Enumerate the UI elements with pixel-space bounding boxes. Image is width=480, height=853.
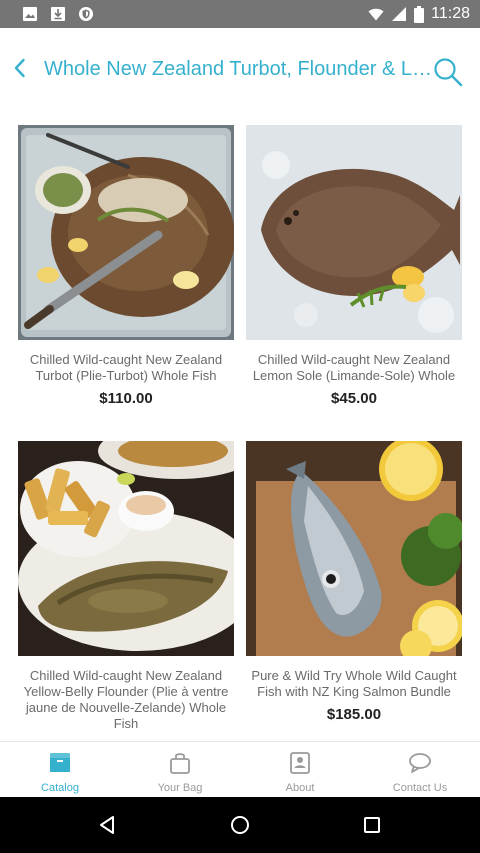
- product-price: $45.00: [331, 390, 377, 407]
- product-card[interactable]: Chilled Wild-caught New Zealand Turbot (…: [18, 125, 234, 408]
- image-icon: [23, 7, 37, 21]
- nav-item-contact-us[interactable]: Contact Us: [360, 742, 480, 797]
- nav-item-your-bag[interactable]: Your Bag: [120, 742, 240, 797]
- product-card[interactable]: Chilled Wild-caught New Zealand Yellow-B…: [18, 441, 234, 738]
- nav-item-catalog[interactable]: Catalog: [0, 742, 120, 797]
- product-price: $110.00: [99, 390, 153, 407]
- about-icon: [290, 752, 310, 774]
- status-system-icons: 11:28: [368, 5, 470, 23]
- shield-icon: [79, 7, 93, 21]
- product-image[interactable]: [18, 441, 234, 656]
- product-grid: Chilled Wild-caught New Zealand Turbot (…: [18, 125, 462, 740]
- nav-item-about[interactable]: About: [240, 742, 360, 797]
- page-title: Whole New Zealand Turbot, Flounder & Lem…: [44, 58, 436, 80]
- chat-icon: [409, 753, 431, 773]
- battery-icon: [414, 5, 425, 23]
- recents-square-icon[interactable]: [360, 813, 384, 837]
- status-bar: 11:28: [0, 0, 480, 28]
- app-bar: Whole New Zealand Turbot, Flounder & Lem…: [0, 28, 480, 108]
- product-image[interactable]: [18, 125, 234, 340]
- wifi-icon: [368, 8, 384, 21]
- status-notification-icons: [22, 6, 94, 22]
- product-image[interactable]: [246, 441, 462, 656]
- chevron-left-icon[interactable]: [8, 56, 32, 80]
- bag-icon: [170, 753, 190, 774]
- product-name[interactable]: Chilled Wild-caught New Zealand Lemon So…: [246, 352, 462, 384]
- download-icon: [51, 7, 65, 21]
- product-name[interactable]: Chilled Wild-caught New Zealand Yellow-B…: [18, 668, 234, 732]
- catalog-icon: [50, 753, 70, 772]
- status-time: 11:28: [431, 5, 470, 22]
- system-nav-bar: [0, 797, 480, 853]
- home-circle-icon[interactable]: [228, 813, 252, 837]
- product-name[interactable]: Chilled Wild-caught New Zealand Turbot (…: [18, 352, 234, 384]
- nav-label: Your Bag: [157, 782, 203, 794]
- signal-icon: [392, 7, 407, 21]
- product-image[interactable]: [246, 125, 462, 340]
- product-card[interactable]: Chilled Wild-caught New Zealand Lemon So…: [246, 125, 462, 408]
- bottom-nav: Catalog Your Bag About Contact Us: [0, 741, 480, 797]
- product-card[interactable]: Pure & Wild Try Whole Wild Caught Fish w…: [246, 441, 462, 724]
- nav-label: Catalog: [41, 782, 79, 794]
- product-name[interactable]: Pure & Wild Try Whole Wild Caught Fish w…: [246, 668, 462, 700]
- nav-label: About: [285, 782, 315, 794]
- back-triangle-icon[interactable]: [96, 813, 120, 837]
- product-price: $185.00: [326, 706, 382, 723]
- search-icon[interactable]: [432, 56, 464, 88]
- nav-label: Contact Us: [392, 782, 448, 794]
